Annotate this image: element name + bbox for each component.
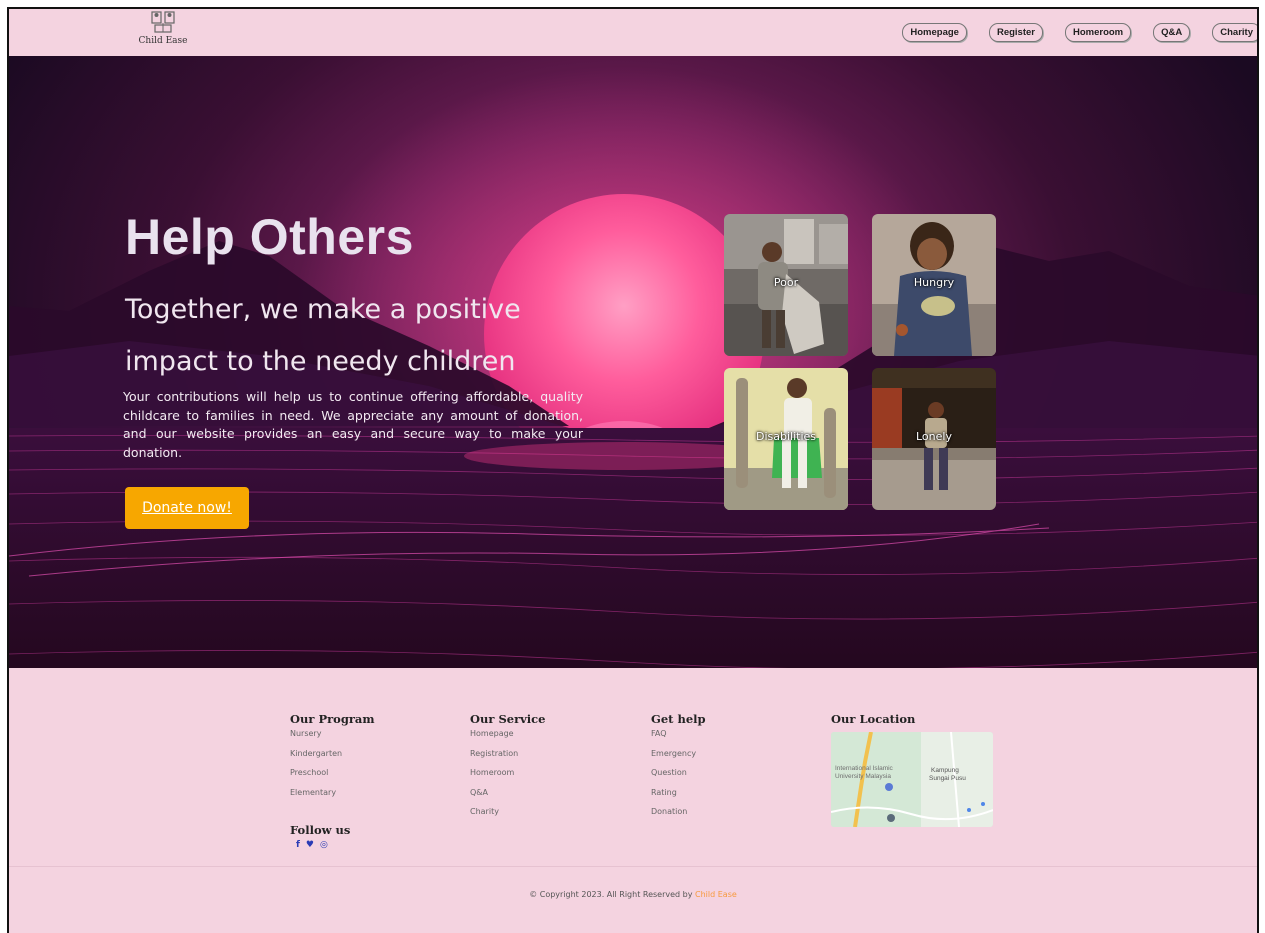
footer-col-service: Our Service Homepage Registration Homero…: [470, 712, 546, 826]
hero-title: Help Others: [125, 209, 414, 265]
card-lonely[interactable]: Lonely: [872, 368, 996, 510]
twitter-icon[interactable]: ♥: [306, 840, 314, 850]
site-footer: Our Program Nursery Kindergarten Prescho…: [9, 668, 1257, 933]
footer-link-charity[interactable]: Charity: [470, 802, 546, 822]
footer-divider: [9, 866, 1257, 867]
nav-qa[interactable]: Q&A: [1153, 23, 1191, 42]
footer-link-faq[interactable]: FAQ: [651, 724, 706, 744]
footer-link-nursery[interactable]: Nursery: [290, 724, 375, 744]
nav-homeroom[interactable]: Homeroom: [1064, 23, 1132, 42]
map-label-sungai-pusu: Sungai Pusu: [929, 775, 966, 782]
footer-heading-location: Our Location: [831, 712, 916, 726]
footer-link-kindergarten[interactable]: Kindergarten: [290, 744, 375, 764]
donate-now-button[interactable]: Donate now!: [125, 487, 249, 529]
footer-col-help: Get help FAQ Emergency Question Rating D…: [651, 712, 706, 826]
site-logo[interactable]: Child Ease: [135, 9, 191, 55]
nav-charity[interactable]: Charity: [1212, 23, 1257, 42]
main-nav: Homepage Register Homeroom Q&A Charity: [880, 23, 1257, 42]
nav-register[interactable]: Register: [988, 23, 1043, 42]
nav-homepage[interactable]: Homepage: [902, 23, 967, 42]
footer-link-homeroom[interactable]: Homeroom: [470, 763, 546, 783]
footer-link-elementary[interactable]: Elementary: [290, 783, 375, 803]
hero-section: Help Others Together, we make a positive…: [9, 56, 1257, 668]
browser-frame: Child Ease Homepage Register Homeroom Q&…: [7, 7, 1259, 933]
map-label-kampung: Kampung: [931, 767, 959, 774]
card-label-disabilities: Disabilities: [755, 430, 817, 443]
card-label-lonely: Lonely: [916, 430, 952, 443]
footer-link-rating[interactable]: Rating: [651, 783, 706, 803]
footer-link-emergency[interactable]: Emergency: [651, 744, 706, 764]
hero-description: Your contributions will help us to conti…: [123, 389, 583, 460]
footer-link-question[interactable]: Question: [651, 763, 706, 783]
footer-link-qa[interactable]: Q&A: [470, 783, 546, 803]
footer-col-program: Our Program Nursery Kindergarten Prescho…: [290, 712, 375, 806]
follow-us: Follow us f ♥ ◎: [290, 823, 350, 850]
footer-link-homepage[interactable]: Homepage: [470, 724, 546, 744]
card-poor[interactable]: Poor: [724, 214, 848, 356]
logo-icon: [151, 11, 175, 33]
follow-us-heading: Follow us: [290, 823, 351, 837]
footer-link-donation[interactable]: Donation: [651, 802, 706, 822]
card-disabilities[interactable]: Disabilities: [724, 368, 848, 510]
map-image: International Islamic University Malaysi…: [831, 732, 993, 827]
footer-link-preschool[interactable]: Preschool: [290, 763, 375, 783]
copyright: © Copyright 2023. All Right Reserved by …: [9, 890, 1257, 899]
map-label-iium-1: International Islamic: [835, 765, 894, 772]
card-label-hungry: Hungry: [913, 276, 955, 289]
facebook-icon[interactable]: f: [296, 840, 300, 850]
copyright-text: © Copyright 2023. All Right Reserved by: [529, 890, 693, 899]
hero-subtitle: Together, we make a positive impact to t…: [125, 294, 521, 377]
card-label-poor: Poor: [773, 276, 799, 289]
instagram-icon[interactable]: ◎: [320, 840, 328, 850]
social-links: f ♥ ◎: [296, 840, 350, 850]
location-map[interactable]: International Islamic University Malaysi…: [831, 732, 993, 827]
footer-link-registration[interactable]: Registration: [470, 744, 546, 764]
site-header: Child Ease Homepage Register Homeroom Q&…: [9, 9, 1257, 56]
logo-text: Child Ease: [138, 36, 188, 46]
footer-col-location: Our Location: [831, 712, 915, 726]
card-hungry[interactable]: Hungry: [872, 214, 996, 356]
map-label-iium-2: University Malaysia: [835, 773, 891, 780]
copyright-brand-link[interactable]: Child Ease: [695, 890, 737, 899]
